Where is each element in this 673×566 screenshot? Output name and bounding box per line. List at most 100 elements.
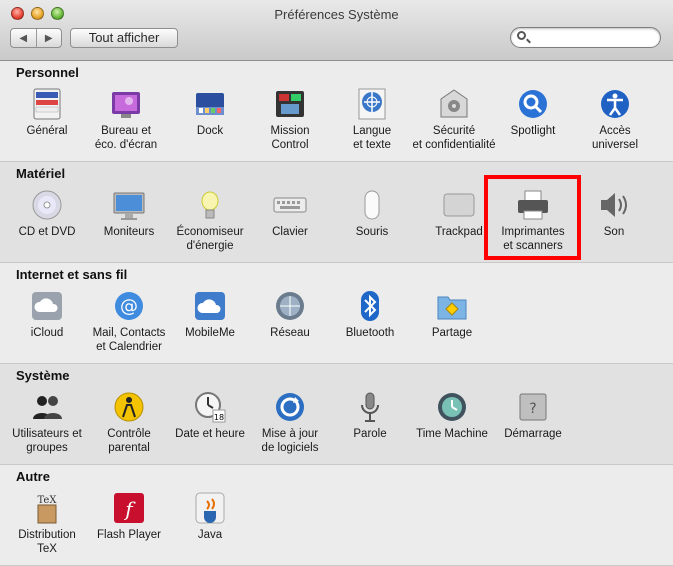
pref-pane-energy-saver[interactable]: Économiseur d'énergie: [165, 188, 255, 253]
software-update-icon: [273, 390, 307, 424]
pref-pane-label: Économiseur d'énergie: [176, 226, 244, 252]
mobileme-icon: [193, 289, 227, 323]
pref-pane-language-text[interactable]: Langue et texte: [327, 87, 417, 152]
pref-pane-keyboard[interactable]: Clavier: [245, 188, 335, 239]
pref-pane-mobileme[interactable]: MobileMe: [165, 289, 255, 340]
pref-pane-bluetooth[interactable]: Bluetooth: [325, 289, 415, 340]
pref-pane-displays[interactable]: Moniteurs: [84, 188, 174, 239]
pref-pane-mouse[interactable]: Souris: [327, 188, 417, 239]
pref-pane-label: Time Machine: [416, 428, 488, 440]
spotlight-icon: [516, 87, 550, 121]
show-all-button[interactable]: Tout afficher: [70, 28, 178, 48]
pref-pane-tex-distribution[interactable]: TeX Distribution TeX: [2, 491, 92, 556]
pref-pane-universal-access[interactable]: Accès universel: [570, 87, 660, 152]
pref-pane-label: Flash Player: [97, 529, 161, 541]
pref-pane-spotlight[interactable]: Spotlight: [488, 87, 578, 138]
pref-pane-label: Accès universel: [591, 125, 639, 151]
pref-pane-label: Réseau: [270, 327, 310, 339]
dock-icon: [193, 87, 227, 121]
svg-text:18: 18: [214, 413, 224, 422]
energy-saver-icon: [193, 188, 227, 222]
date-time-icon: 18: [193, 390, 227, 424]
pref-pane-security[interactable]: Sécurité et confidentialité: [409, 87, 499, 152]
pref-pane-label: Java: [197, 529, 223, 541]
toolbar: Préférences Système ◀ ▶ Tout afficher: [0, 0, 673, 61]
mail-contacts-icon: @: [112, 289, 146, 323]
section-title: Personnel: [16, 65, 79, 80]
svg-text:@: @: [120, 296, 138, 317]
keyboard-icon: [273, 188, 307, 222]
svg-text:?: ?: [529, 401, 536, 417]
pref-pane-icloud[interactable]: iCloud: [2, 289, 92, 340]
forward-button[interactable]: ▶: [35, 29, 62, 47]
pref-pane-dock[interactable]: Dock: [165, 87, 255, 138]
svg-text:TeX: TeX: [38, 495, 58, 506]
section-title: Système: [16, 368, 70, 383]
pref-pane-flash-player[interactable]: f Flash Player: [84, 491, 174, 542]
pref-pane-general[interactable]: Général: [2, 87, 92, 138]
pref-pane-mission-control[interactable]: Mission Control: [245, 87, 335, 152]
pref-pane-label: Mail, Contacts et Calendrier: [92, 327, 166, 353]
java-icon: [193, 491, 227, 525]
bluetooth-icon: [353, 289, 387, 323]
pref-pane-speech[interactable]: Parole: [325, 390, 415, 441]
users-groups-icon: [30, 390, 64, 424]
pref-pane-sharing[interactable]: Partage: [407, 289, 497, 340]
section-4: Autre TeX Distribution TeX f Flash Player Jav…: [0, 465, 673, 566]
startup-disk-icon: ?: [516, 390, 550, 424]
trackpad-icon: [442, 188, 476, 222]
pref-pane-label: Langue et texte: [352, 125, 392, 151]
displays-icon: [112, 188, 146, 222]
section-title: Matériel: [16, 166, 66, 181]
language-text-icon: [355, 87, 389, 121]
search-input[interactable]: [531, 29, 655, 48]
section-0: Personnel Général Bureau et éco. d'écran Do…: [0, 61, 673, 162]
pref-pane-cd-dvd[interactable]: CD et DVD: [2, 188, 92, 239]
pref-pane-software-update[interactable]: Mise à jour de logiciels: [245, 390, 335, 455]
section-title: Internet et sans fil: [16, 267, 128, 282]
pref-pane-label: Son: [603, 226, 625, 238]
icloud-icon: [30, 289, 64, 323]
desktop-screensaver-icon: [109, 87, 143, 121]
security-icon: [437, 87, 471, 121]
pref-pane-network[interactable]: Réseau: [245, 289, 335, 340]
pref-pane-label: Clavier: [272, 226, 308, 238]
tex-distribution-icon: TeX: [30, 491, 64, 525]
pref-pane-label: CD et DVD: [18, 226, 76, 238]
pref-pane-users-groups[interactable]: Utilisateurs et groupes: [2, 390, 92, 455]
pref-pane-sound[interactable]: Son: [569, 188, 659, 239]
section-title: Autre: [16, 469, 50, 484]
back-button[interactable]: ◀: [11, 29, 36, 47]
network-icon: [273, 289, 307, 323]
pref-pane-label: Moniteurs: [103, 226, 155, 238]
pref-pane-label: Bluetooth: [345, 327, 395, 339]
pref-pane-label: Mise à jour de logiciels: [261, 428, 319, 454]
pref-pane-date-time[interactable]: 18 Date et heure: [165, 390, 255, 441]
pref-pane-label: Spotlight: [510, 125, 556, 137]
search-field[interactable]: [510, 27, 661, 48]
pref-pane-label: Distribution TeX: [18, 529, 76, 555]
pref-pane-time-machine[interactable]: Time Machine: [407, 390, 497, 441]
nav-buttons: ◀ ▶: [10, 28, 62, 48]
pref-pane-label: Utilisateurs et groupes: [12, 428, 82, 454]
pref-pane-label: Mission Control: [270, 125, 310, 151]
pref-pane-label: Souris: [355, 226, 389, 238]
cd-dvd-icon: [30, 188, 64, 222]
pref-pane-desktop-screensaver[interactable]: Bureau et éco. d'écran: [81, 87, 171, 152]
section-3: Système Utilisateurs et groupes Contrôle p…: [0, 364, 673, 465]
pref-pane-startup-disk[interactable]: ? Démarrage: [488, 390, 578, 441]
pref-pane-java[interactable]: Java: [165, 491, 255, 542]
pref-pane-label: Sécurité et confidentialité: [412, 125, 496, 151]
sound-icon: [597, 188, 631, 222]
speech-icon: [353, 390, 387, 424]
system-preferences-window: Préférences Système ◀ ▶ Tout afficher Pe…: [0, 0, 673, 566]
universal-access-icon: [598, 87, 632, 121]
parental-controls-icon: [112, 390, 146, 424]
pref-pane-parental-controls[interactable]: Contrôle parental: [84, 390, 174, 455]
pref-pane-mail-contacts[interactable]: @ Mail, Contacts et Calendrier: [84, 289, 174, 354]
pref-pane-label: iCloud: [30, 327, 64, 339]
pref-pane-label: MobileMe: [185, 327, 235, 339]
sharing-icon: [435, 289, 469, 323]
section-2: Internet et sans fil iCloud @ Mail, Contact…: [0, 263, 673, 364]
mouse-icon: [355, 188, 389, 222]
